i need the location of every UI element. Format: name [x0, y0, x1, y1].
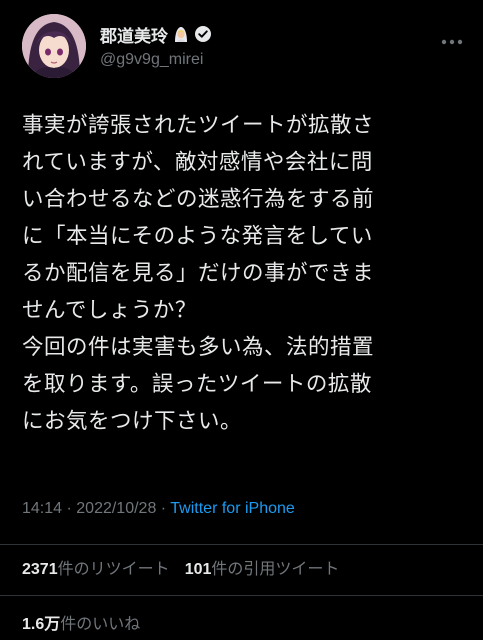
tweet-line: れていますが、敵対感情や会社に問 — [22, 150, 373, 175]
retweets-label: 件のリツイート — [57, 559, 170, 578]
likes-stats-row: 1.6万件のいいね — [22, 610, 150, 634]
avatar[interactable] — [22, 14, 86, 78]
verified-icon — [194, 25, 212, 43]
tweet-body: 事実が誇張されたツイートが拡散さ れていますが、敵対感情や会社に問 い合わせるな… — [22, 107, 467, 440]
quotes-label: 件の引用ツイート — [211, 559, 340, 578]
tweet-source-link[interactable]: Twitter for iPhone — [170, 500, 295, 517]
tweet-line: にお気をつけ下さい。 — [22, 409, 243, 434]
meta-separator: · — [62, 500, 77, 517]
likes-label: 件のいいね — [60, 614, 141, 633]
meta-separator: · — [156, 500, 171, 517]
author-handle[interactable]: @g9v9g_mirei — [100, 51, 203, 69]
retweets-stat[interactable]: 2371件のリツイート — [22, 559, 170, 578]
tweet-line: に「本当にそのような発言をしてい — [22, 224, 373, 249]
quotes-stat[interactable]: 101件の引用ツイート — [185, 559, 340, 578]
retweets-count: 2371 — [22, 561, 58, 578]
tweet-line: い合わせるなどの迷惑行為をする前 — [22, 187, 375, 212]
tweet-line: るか配信を見る」だけの事ができま — [22, 261, 375, 286]
tweet-header: 郡道美玲 @g9v9g_mirei — [22, 14, 467, 80]
divider — [0, 595, 483, 596]
divider — [0, 544, 483, 545]
more-options-icon[interactable] — [441, 30, 463, 45]
person-with-veil-emoji-icon — [172, 25, 190, 43]
retweet-stats-row: 2371件のリツイート 101件の引用ツイート — [22, 555, 349, 579]
likes-stat[interactable]: 1.6万件のいいね — [22, 614, 140, 633]
tweet-line: 今回の件は実害も多い為、法的措置 — [22, 335, 375, 360]
likes-count: 1.6万 — [22, 616, 61, 633]
tweet-time[interactable]: 14:14 — [22, 500, 62, 517]
quotes-count: 101 — [184, 561, 212, 578]
author-name-row[interactable]: 郡道美玲 — [100, 22, 212, 47]
display-name[interactable]: 郡道美玲 — [100, 22, 168, 47]
tweet-meta: 14:14 · 2022/10/28 · Twitter for iPhone — [22, 500, 295, 518]
tweet-date[interactable]: 2022/10/28 — [76, 500, 156, 517]
tweet-line: を取ります。誤ったツイートの拡散 — [22, 372, 372, 397]
tweet-line: 事実が誇張されたツイートが拡散さ — [22, 113, 375, 138]
tweet-line: せんでしょうか？ — [22, 298, 197, 323]
